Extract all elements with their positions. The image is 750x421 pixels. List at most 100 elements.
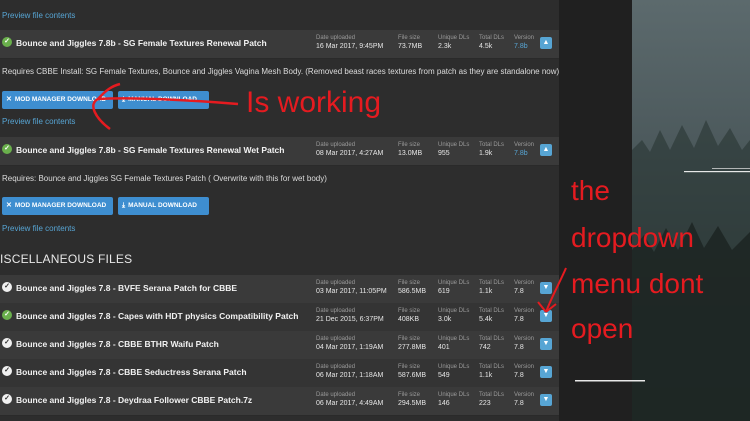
- preview-file-contents-link[interactable]: Preview file contents: [2, 224, 75, 233]
- total-value: 223: [479, 400, 491, 407]
- check-circle-icon: ✓: [2, 394, 12, 404]
- file-name[interactable]: Bounce and Jiggles 7.8 - Capes with HDT …: [16, 311, 298, 321]
- total-label: Total DLs: [479, 392, 505, 398]
- files-panel: Preview file contents ✓ Bounce and Jiggl…: [0, 0, 559, 421]
- file-name[interactable]: Bounce and Jiggles 7.8 - BVFE Serana Pat…: [16, 283, 237, 293]
- download-icon: ⤓: [122, 202, 126, 209]
- chevron-down-icon[interactable]: ▼: [540, 282, 552, 294]
- annotation-dropdown-3: menu dont: [571, 268, 704, 299]
- version-label: Version: [514, 308, 535, 314]
- date-value: 04 Mar 2017, 1:19AM: [316, 344, 384, 351]
- unique-value: 3.0k: [438, 316, 452, 323]
- size-label: File size: [398, 35, 421, 41]
- size-column: File size 587.6MB: [398, 364, 426, 380]
- size-value: 408KB: [398, 316, 420, 323]
- unique-dls-column: Unique DLs 2.3k: [438, 35, 469, 51]
- size-column: File size 294.5MB: [398, 392, 426, 408]
- size-column: File size 586.5MB: [398, 280, 426, 296]
- total-label: Total DLs: [479, 280, 505, 286]
- preview-file-contents-link[interactable]: Preview file contents: [2, 11, 75, 20]
- total-dls-column: Total DLs 742: [479, 336, 504, 352]
- size-column: File size 408KB: [398, 308, 420, 324]
- version-label: Version: [514, 35, 535, 41]
- date-value: 08 Mar 2017, 4:27AM: [316, 150, 384, 157]
- annotation-dropdown-4: open: [571, 313, 634, 344]
- file-description: Requires: Bounce and Jiggles SG Female T…: [2, 174, 327, 183]
- date-label: Date uploaded: [316, 364, 356, 370]
- chevron-up-icon[interactable]: ▲: [540, 144, 552, 156]
- date-column: Date uploaded 16 Mar 2017, 9:45PM: [316, 35, 383, 51]
- unique-value: 401: [438, 344, 450, 351]
- version-value: 7.8b: [514, 150, 528, 157]
- unique-label: Unique DLs: [438, 280, 470, 286]
- file-row[interactable]: ✓ Bounce and Jiggles 7.8b - SG Female Te…: [0, 137, 559, 166]
- file-row[interactable]: ✓ Bounce and Jiggles 7.8b - SG Female Te…: [0, 30, 559, 59]
- version-value: 7.8: [514, 372, 524, 379]
- version-column: Version 7.8: [514, 308, 534, 324]
- chevron-down-icon[interactable]: ▼: [540, 310, 552, 322]
- chevron-down-icon[interactable]: ▼: [540, 366, 552, 378]
- download-icon: ⤓: [122, 96, 126, 103]
- mod-manager-label: MOD MANAGER DOWNLOAD: [14, 202, 107, 209]
- chevron-up-icon[interactable]: ▲: [540, 37, 552, 49]
- version-column: Version 7.8: [514, 364, 534, 380]
- unique-label: Unique DLs: [438, 392, 470, 398]
- check-circle-icon: ✓: [2, 338, 12, 348]
- section-title: ISCELLANEOUS FILES: [0, 252, 133, 266]
- annotation-is-working: Is working: [246, 86, 382, 119]
- chevron-down-icon[interactable]: ▼: [540, 394, 552, 406]
- date-column: Date uploaded 08 Mar 2017, 4:27AM: [316, 142, 383, 158]
- unique-value: 955: [438, 150, 450, 157]
- date-value: 16 Mar 2017, 9:45PM: [316, 43, 384, 50]
- size-column: File size 13.0MB: [398, 142, 422, 158]
- file-row[interactable]: ✓ Bounce and Jiggles 7.8 - Capes with HD…: [0, 303, 559, 332]
- total-dls-column: Total DLs 5.4k: [479, 308, 504, 324]
- file-name[interactable]: Bounce and Jiggles 7.8 - Deydraa Followe…: [16, 395, 252, 405]
- manual-download-button[interactable]: ⤓ MANUAL DOWNLOAD: [118, 91, 209, 109]
- file-row[interactable]: ✓ Bounce and Jiggles 7.8 - BVFE Serana P…: [0, 275, 559, 304]
- size-value: 277.8MB: [398, 344, 427, 351]
- version-label: Version: [514, 142, 535, 148]
- check-circle-icon: ✓: [2, 310, 12, 320]
- version-value: 7.8: [514, 344, 524, 351]
- size-label: File size: [398, 308, 421, 314]
- crossed-tools-icon: ✕: [6, 96, 12, 103]
- file-row[interactable]: ✓ Bounce and Jiggles 7.8 - CBBE BTHR Wai…: [0, 331, 559, 360]
- mod-manager-download-button[interactable]: ✕ MOD MANAGER DOWNLOAD: [2, 91, 113, 109]
- date-value: 06 Mar 2017, 4:49AM: [316, 400, 384, 407]
- size-label: File size: [398, 364, 421, 370]
- version-column: Version 7.8: [514, 280, 534, 296]
- unique-dls-column: Unique DLs 955: [438, 142, 469, 158]
- file-name[interactable]: Bounce and Jiggles 7.8 - CBBE Seductress…: [16, 367, 247, 377]
- file-row[interactable]: ✓ Bounce and Jiggles 7.8 - Deydraa Follo…: [0, 387, 559, 416]
- annotation-dropdown-1: the: [571, 175, 610, 206]
- date-label: Date uploaded: [316, 392, 356, 398]
- file-name[interactable]: Bounce and Jiggles 7.8b - SG Female Text…: [16, 145, 284, 155]
- manual-download-button[interactable]: ⤓ MANUAL DOWNLOAD: [118, 197, 209, 215]
- manual-label: MANUAL DOWNLOAD: [128, 96, 197, 103]
- version-value: 7.8: [514, 316, 524, 323]
- version-value: 7.8: [514, 288, 524, 295]
- date-column: Date uploaded 21 Dec 2015, 6:37PM: [316, 308, 384, 324]
- size-label: File size: [398, 280, 421, 286]
- total-label: Total DLs: [479, 336, 505, 342]
- unique-dls-column: Unique DLs 401: [438, 336, 469, 352]
- total-value: 4.5k: [479, 43, 493, 50]
- version-column: Version 7.8b: [514, 35, 534, 51]
- preview-file-contents-link[interactable]: Preview file contents: [2, 117, 75, 126]
- file-name[interactable]: Bounce and Jiggles 7.8b - SG Female Text…: [16, 38, 267, 48]
- unique-value: 2.3k: [438, 43, 452, 50]
- forest-silhouette: [632, 120, 750, 421]
- unique-label: Unique DLs: [438, 142, 470, 148]
- file-row[interactable]: ✓ Bounce and Jiggles 7.8 - CBBE Seductre…: [0, 359, 559, 388]
- mod-manager-download-button[interactable]: ✕ MOD MANAGER DOWNLOAD: [2, 197, 113, 215]
- unique-dls-column: Unique DLs 549: [438, 364, 469, 380]
- size-value: 294.5MB: [398, 400, 427, 407]
- unique-value: 549: [438, 372, 450, 379]
- file-name[interactable]: Bounce and Jiggles 7.8 - CBBE BTHR Waifu…: [16, 339, 219, 349]
- date-value: 03 Mar 2017, 11:05PM: [316, 288, 387, 295]
- total-dls-column: Total DLs 223: [479, 392, 504, 408]
- size-value: 13.0MB: [398, 150, 423, 157]
- total-label: Total DLs: [479, 308, 505, 314]
- chevron-down-icon[interactable]: ▼: [540, 338, 552, 350]
